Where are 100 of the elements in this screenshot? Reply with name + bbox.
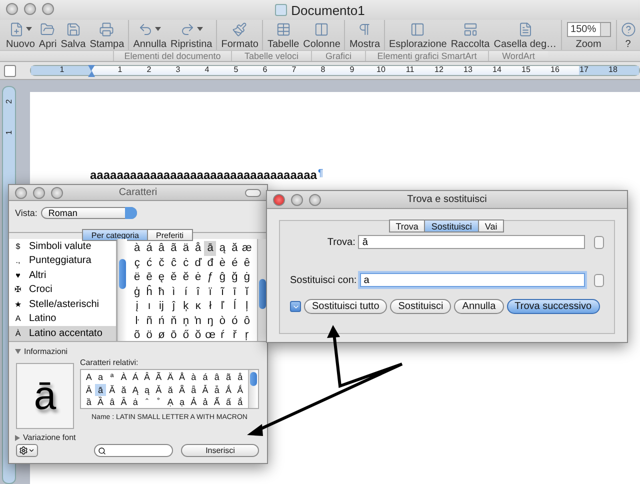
character-cell[interactable]: a — [94, 371, 106, 384]
toolbar-button[interactable]: Esplorazione — [387, 21, 449, 50]
toolbar-button[interactable]: Colonne — [301, 21, 342, 50]
character-cell[interactable]: ạ — [176, 396, 188, 408]
character-cell[interactable]: ĩ — [216, 284, 229, 299]
close-button[interactable] — [15, 187, 27, 199]
character-cell[interactable]: Ă — [106, 384, 118, 396]
segment-tab[interactable]: Sostituisci — [424, 220, 479, 232]
toolbar-button[interactable]: Annulla — [131, 21, 169, 50]
character-cell[interactable]: ŋ — [204, 314, 216, 328]
toolbar-button[interactable]: Mostra — [347, 21, 382, 50]
character-cell[interactable]: ā — [94, 384, 106, 396]
character-cell[interactable]: õ — [131, 328, 144, 342]
character-cell[interactable]: â — [155, 241, 168, 256]
toolbar-button[interactable]: ? — [618, 21, 638, 50]
character-cell[interactable]: á — [143, 241, 156, 256]
character-cell[interactable]: ø — [155, 328, 168, 342]
character-cell[interactable]: ŀ — [131, 314, 144, 328]
character-cell[interactable]: Â — [141, 371, 153, 384]
toolbar-button[interactable]: Casella deg… — [492, 21, 559, 50]
options-button[interactable] — [290, 301, 301, 312]
toolbar-button[interactable]: Tabelle — [265, 21, 302, 50]
character-cell[interactable]: Ǻ — [222, 384, 234, 396]
minimize-button[interactable] — [33, 187, 45, 199]
character-cell[interactable]: ê — [240, 256, 253, 270]
character-cell[interactable]: ả — [199, 396, 212, 408]
character-cell[interactable]: Á — [130, 371, 142, 384]
toolbar-button[interactable]: Formato — [219, 21, 260, 50]
character-cell[interactable]: è — [216, 256, 229, 270]
toolbar-button[interactable]: Raccolta — [448, 21, 492, 50]
character-cell[interactable]: ï — [204, 284, 216, 299]
character-cell[interactable]: ì — [168, 284, 180, 299]
segment-tab[interactable]: Trova — [388, 220, 426, 232]
character-cell[interactable]: ĕ — [180, 270, 192, 284]
character-cell[interactable]: Ã — [152, 371, 164, 384]
segment-tab[interactable]: Per categoria — [82, 229, 148, 241]
character-cell[interactable]: ã — [222, 371, 234, 384]
category-item[interactable]: A Latino — [9, 312, 116, 326]
character-cell[interactable]: ļ — [240, 299, 253, 314]
character-cell[interactable]: Ǡ — [199, 384, 212, 396]
character-cell[interactable]: ŗ — [240, 328, 253, 342]
zoom-button[interactable] — [51, 187, 63, 199]
character-cell[interactable]: ấ — [222, 396, 234, 408]
zoom-button[interactable] — [42, 3, 54, 15]
character-cell[interactable]: ƒ — [204, 270, 216, 284]
character-cell[interactable]: Ȁ — [94, 396, 106, 408]
toolbar-toggle-button[interactable] — [245, 189, 261, 197]
info-disclosure[interactable]: Informazioni — [9, 342, 267, 356]
character-cell[interactable]: ķ — [180, 299, 192, 314]
character-cell[interactable]: ć — [143, 256, 156, 270]
character-cell[interactable]: ā — [204, 241, 216, 256]
character-cell[interactable]: Ǟ — [176, 384, 188, 396]
character-cell[interactable]: Ą — [130, 384, 142, 396]
character-cell[interactable]: Ạ — [164, 396, 176, 408]
character-cell[interactable]: ī — [228, 284, 241, 299]
character-cell[interactable]: ȁ — [83, 396, 95, 408]
character-cell[interactable]: ŕ — [216, 328, 229, 342]
character-cell[interactable]: ď — [192, 256, 204, 270]
character-cell[interactable]: ñ — [143, 314, 156, 328]
toolbar-button[interactable]: Apri — [36, 21, 59, 50]
character-cell[interactable]: œ — [204, 328, 216, 342]
scrollbar[interactable] — [257, 239, 267, 341]
category-item[interactable]: ., Punteggiatura — [9, 254, 116, 268]
character-cell[interactable]: ħ — [155, 284, 168, 299]
character-cell[interactable]: é — [228, 256, 241, 270]
close-button[interactable] — [273, 194, 285, 206]
character-cell[interactable]: Ǎ — [152, 384, 164, 396]
toolbar-button[interactable]: Stampa — [88, 21, 126, 50]
character-cell[interactable]: ĭ — [240, 284, 253, 299]
segment-tab[interactable]: Vai — [478, 220, 504, 232]
minimize-button[interactable] — [291, 194, 303, 206]
character-cell[interactable]: Ā — [83, 384, 95, 396]
character-cell[interactable]: ȧ — [130, 396, 142, 408]
character-cell[interactable]: č — [155, 256, 168, 270]
character-cell[interactable]: ğ — [228, 270, 241, 284]
character-cell[interactable]: ǟ — [188, 384, 200, 396]
character-cell[interactable]: ę — [155, 270, 168, 284]
character-cell[interactable]: ĉ — [168, 256, 180, 270]
character-cell[interactable]: Ä — [164, 371, 176, 384]
search-field[interactable] — [94, 444, 174, 457]
character-cell[interactable]: â — [211, 371, 223, 384]
toolbar-button[interactable]: Salva — [58, 21, 88, 50]
character-cell[interactable]: å — [234, 371, 246, 384]
character-cell[interactable]: į — [131, 299, 144, 314]
character-cell[interactable]: ĵ — [168, 299, 180, 314]
character-cell[interactable]: à — [188, 371, 200, 384]
character-cell[interactable]: ą — [141, 384, 153, 396]
character-cell[interactable]: ö — [143, 328, 156, 342]
segment-tab[interactable]: Preferiti — [147, 229, 193, 241]
toolbar-button[interactable]: Nuovo — [4, 21, 37, 50]
character-cell[interactable]: Å — [176, 371, 188, 384]
character-cell[interactable]: đ — [204, 256, 216, 270]
character-cell[interactable]: ł — [204, 299, 216, 314]
character-cell[interactable]: ˚ — [152, 396, 164, 408]
character-cell[interactable]: æ — [240, 241, 253, 256]
character-cell[interactable]: ľ — [216, 299, 229, 314]
character-cell[interactable]: ǡ — [211, 384, 223, 396]
character-cell[interactable]: ă — [118, 384, 130, 396]
scrollbar[interactable] — [117, 239, 127, 341]
character-cell[interactable]: ò — [216, 314, 229, 328]
